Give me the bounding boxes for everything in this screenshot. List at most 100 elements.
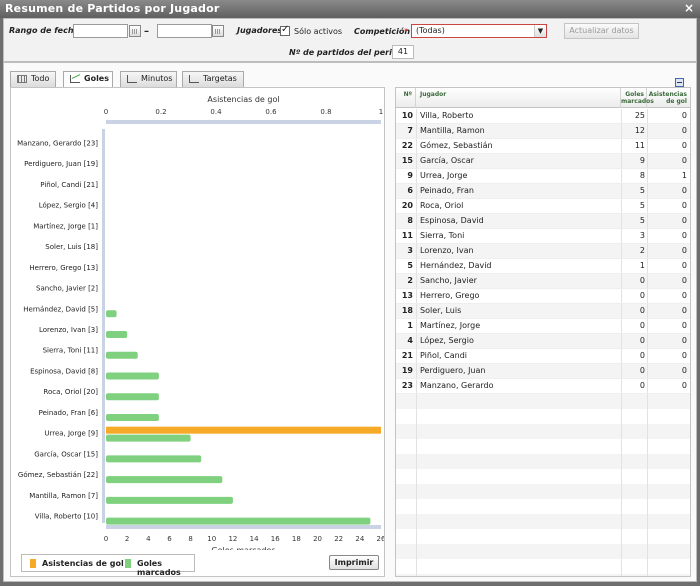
column-header-number[interactable]: Nº xyxy=(396,88,416,108)
top-axis-tick-label: 0.4 xyxy=(210,108,222,116)
player-number: 21 xyxy=(401,351,413,360)
player-name: Gómez, Sebastián xyxy=(420,141,493,150)
table-row[interactable]: 5 Hernández, David 1 0 xyxy=(396,259,690,274)
category-label: Mantilla, Ramon [7] xyxy=(29,492,98,500)
player-number: 2 xyxy=(407,276,413,285)
player-number: 4 xyxy=(407,336,413,345)
goals-cell: 9 xyxy=(639,156,645,165)
assists-cell: 0 xyxy=(681,351,687,360)
table-row[interactable]: 18 Soler, Luis 0 0 xyxy=(396,304,690,319)
table-row[interactable]: 23 Manzano, Gerardo 0 0 xyxy=(396,379,690,394)
bottom-axis-tick-label: 20 xyxy=(313,535,322,543)
player-number: 18 xyxy=(401,306,413,315)
bottom-axis-tick-label: 24 xyxy=(355,535,364,543)
player-name: García, Oscar xyxy=(420,156,474,165)
category-label: Gómez, Sebastián [22] xyxy=(18,471,98,479)
close-icon[interactable]: × xyxy=(684,1,694,15)
tab-minutos[interactable]: Minutos xyxy=(120,71,177,87)
date-to-input[interactable] xyxy=(157,24,212,38)
dialog-window: Resumen de Partidos por Jugador × Rango … xyxy=(0,0,700,586)
assists-swatch xyxy=(30,559,36,568)
player-number: 7 xyxy=(407,126,413,135)
filter-bar: Rango de fechas – Jugadores Sólo activos… xyxy=(3,18,697,62)
grid-icon xyxy=(17,75,27,83)
column-header-assists[interactable]: Asistencias de gol xyxy=(647,88,690,108)
matches-count: 41 xyxy=(392,45,414,59)
goals-cell: 1 xyxy=(639,261,645,270)
table-row[interactable]: 15 García, Oscar 9 0 xyxy=(396,154,690,169)
print-button[interactable]: Imprimir xyxy=(329,555,379,570)
category-label: Roca, Oriol [20] xyxy=(43,388,98,396)
title-bar[interactable]: Resumen de Partidos por Jugador × xyxy=(0,0,700,18)
table-row[interactable]: 7 Mantilla, Ramon 12 0 xyxy=(396,124,690,139)
table-row[interactable]: 11 Sierra, Toni 3 0 xyxy=(396,229,690,244)
table-row[interactable]: 19 Perdiguero, Juan 0 0 xyxy=(396,364,690,379)
table-row[interactable]: 13 Herrero, Grego 0 0 xyxy=(396,289,690,304)
line-chart-icon xyxy=(70,75,80,83)
player-number: 1 xyxy=(407,321,413,330)
goals-bar xyxy=(106,413,159,421)
goals-bar xyxy=(106,310,117,318)
date-from-input[interactable] xyxy=(73,24,128,38)
tab-goles[interactable]: Goles xyxy=(63,71,113,88)
player-number: 20 xyxy=(401,201,413,210)
calendar-icon[interactable] xyxy=(129,25,141,37)
calendar-icon[interactable] xyxy=(212,25,224,37)
goals-bar xyxy=(106,455,202,463)
category-label: Sancho, Javier [2] xyxy=(36,285,98,293)
category-label: Manzano, Gerardo [23] xyxy=(17,139,98,147)
goals-cell: 0 xyxy=(639,381,645,390)
category-label: Sierra, Toni [11] xyxy=(43,347,99,355)
player-name: Sierra, Toni xyxy=(420,231,465,240)
players-label: Jugadores xyxy=(237,26,283,35)
table-row[interactable]: 4 López, Sergio 0 0 xyxy=(396,334,690,349)
table-row[interactable]: 21 Piñol, Candi 0 0 xyxy=(396,349,690,364)
table-row[interactable]: 9 Urrea, Jorge 8 1 xyxy=(396,169,690,184)
goals-cell: 8 xyxy=(639,171,645,180)
goals-cell: 0 xyxy=(639,291,645,300)
player-name: Lorenzo, Ivan xyxy=(420,246,474,255)
table-row[interactable]: 1 Martínez, Jorge 0 0 xyxy=(396,319,690,334)
tab-todo[interactable]: Todo xyxy=(10,71,56,87)
column-header-goals[interactable]: Goles marcados xyxy=(621,88,654,108)
category-label: Hernández, David [5] xyxy=(23,305,98,313)
player-name: Perdiguero, Juan xyxy=(420,366,486,375)
chevron-down-icon[interactable]: ▼ xyxy=(534,25,546,37)
competition-label: Competición xyxy=(354,27,411,36)
table-row[interactable]: 22 Gómez, Sebastián 11 0 xyxy=(396,139,690,154)
only-active-label: Sólo activos xyxy=(294,27,343,36)
matches-label: Nº de partidos del periodo xyxy=(289,48,409,57)
bottom-axis-tick-label: 10 xyxy=(207,535,216,543)
table-row[interactable]: 2 Sancho, Javier 0 0 xyxy=(396,274,690,289)
player-number: 9 xyxy=(407,171,413,180)
table-row[interactable]: 3 Lorenzo, Ivan 2 0 xyxy=(396,244,690,259)
collapse-icon[interactable] xyxy=(675,78,684,87)
table-panel: Nº Jugador Goles marcados Asistencias de… xyxy=(395,78,691,577)
table-header: Nº Jugador Goles marcados Asistencias de… xyxy=(396,88,690,108)
date-separator: – xyxy=(144,26,149,37)
table-row[interactable]: 8 Espinosa, David 5 0 xyxy=(396,214,690,229)
category-label: Villa, Roberto [10] xyxy=(35,513,99,521)
bottom-axis-tick-label: 2 xyxy=(125,535,129,543)
assists-cell: 1 xyxy=(681,171,687,180)
table-row[interactable]: 6 Peinado, Fran 5 0 xyxy=(396,184,690,199)
player-number: 11 xyxy=(401,231,413,240)
only-active-checkbox[interactable] xyxy=(280,24,290,36)
update-data-button[interactable]: Actualizar datos xyxy=(564,23,639,39)
goals-bar xyxy=(106,393,159,401)
assists-cell: 0 xyxy=(681,381,687,390)
assists-cell: 0 xyxy=(681,336,687,345)
bottom-axis-tick-label: 0 xyxy=(104,535,108,543)
assists-cell: 0 xyxy=(681,291,687,300)
competition-select[interactable]: (Todas) ▼ xyxy=(411,24,547,38)
bottom-axis-bar xyxy=(106,525,381,529)
player-name: Villa, Roberto xyxy=(420,111,474,120)
category-label: Urrea, Jorge [9] xyxy=(44,430,98,438)
assists-cell: 0 xyxy=(681,276,687,285)
tab-targetas[interactable]: Targetas xyxy=(182,71,244,87)
goals-cell: 0 xyxy=(639,336,645,345)
chart-panel: Asistencias de gol 0 0.2 0.4 0.6 0.8 1 0 2 4 6 8 10 1… xyxy=(10,87,385,577)
table-row[interactable]: 20 Roca, Oriol 5 0 xyxy=(396,199,690,214)
table-row[interactable]: 10 Villa, Roberto 25 0 xyxy=(396,109,690,124)
column-header-player[interactable]: Jugador xyxy=(416,88,621,108)
